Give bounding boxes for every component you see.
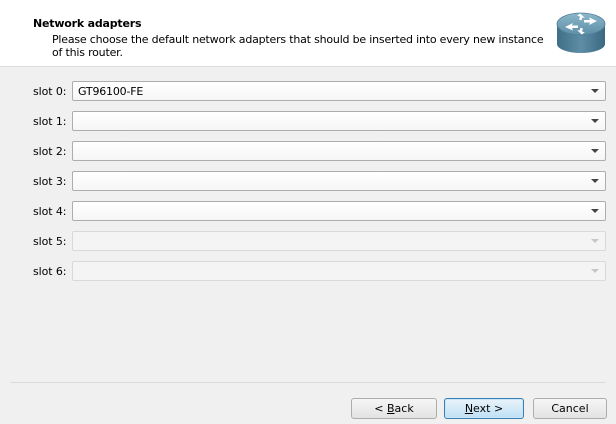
- slot-row-5: slot 5:: [0, 231, 616, 253]
- back-prefix: <: [374, 402, 387, 415]
- slot-row-4: slot 4:: [0, 201, 616, 223]
- wizard-header: Network adapters Please choose the defau…: [0, 0, 616, 67]
- slot-label: slot 5:: [33, 235, 67, 248]
- chevron-down-icon[interactable]: [591, 119, 599, 123]
- slot-label: slot 4:: [33, 205, 67, 218]
- chevron-down-icon[interactable]: [591, 89, 599, 93]
- next-label-rest: ext >: [473, 402, 504, 415]
- slot-6-dropdown: [72, 261, 606, 281]
- page-subtitle: Please choose the default network adapte…: [52, 33, 544, 59]
- wizard-dialog: Network adapters Please choose the defau…: [0, 0, 616, 424]
- slot-label: slot 1:: [33, 115, 67, 128]
- next-button[interactable]: Next >: [444, 398, 524, 419]
- slot-row-0: slot 0: GT96100-FE: [0, 81, 616, 103]
- slot-label: slot 2:: [33, 145, 67, 158]
- slot-5-dropdown: [72, 231, 606, 251]
- chevron-down-icon[interactable]: [591, 209, 599, 213]
- back-mnemonic: B: [387, 402, 395, 415]
- chevron-down-icon[interactable]: [591, 179, 599, 183]
- next-mnemonic: N: [464, 402, 474, 415]
- slot-2-dropdown[interactable]: [72, 141, 606, 161]
- slot-row-3: slot 3:: [0, 171, 616, 193]
- footer-divider: [10, 382, 606, 383]
- back-label-rest: ack: [394, 402, 414, 415]
- slot-row-1: slot 1:: [0, 111, 616, 133]
- slot-0-dropdown[interactable]: GT96100-FE: [72, 81, 606, 101]
- slot-label: slot 6:: [33, 265, 67, 278]
- slot-row-2: slot 2:: [0, 141, 616, 163]
- slot-3-dropdown[interactable]: [72, 171, 606, 191]
- dropdown-value: GT96100-FE: [78, 85, 144, 98]
- chevron-down-icon[interactable]: [591, 149, 599, 153]
- chevron-down-icon: [591, 239, 599, 243]
- chevron-down-icon: [591, 269, 599, 273]
- page-title: Network adapters: [33, 17, 142, 30]
- slot-1-dropdown[interactable]: [72, 111, 606, 131]
- slot-label: slot 0:: [33, 85, 67, 98]
- cancel-button[interactable]: Cancel: [533, 398, 607, 419]
- slot-row-6: slot 6:: [0, 261, 616, 283]
- slot-label: slot 3:: [33, 175, 67, 188]
- router-icon: [556, 12, 606, 53]
- back-button[interactable]: < Back: [351, 398, 437, 419]
- slot-4-dropdown[interactable]: [72, 201, 606, 221]
